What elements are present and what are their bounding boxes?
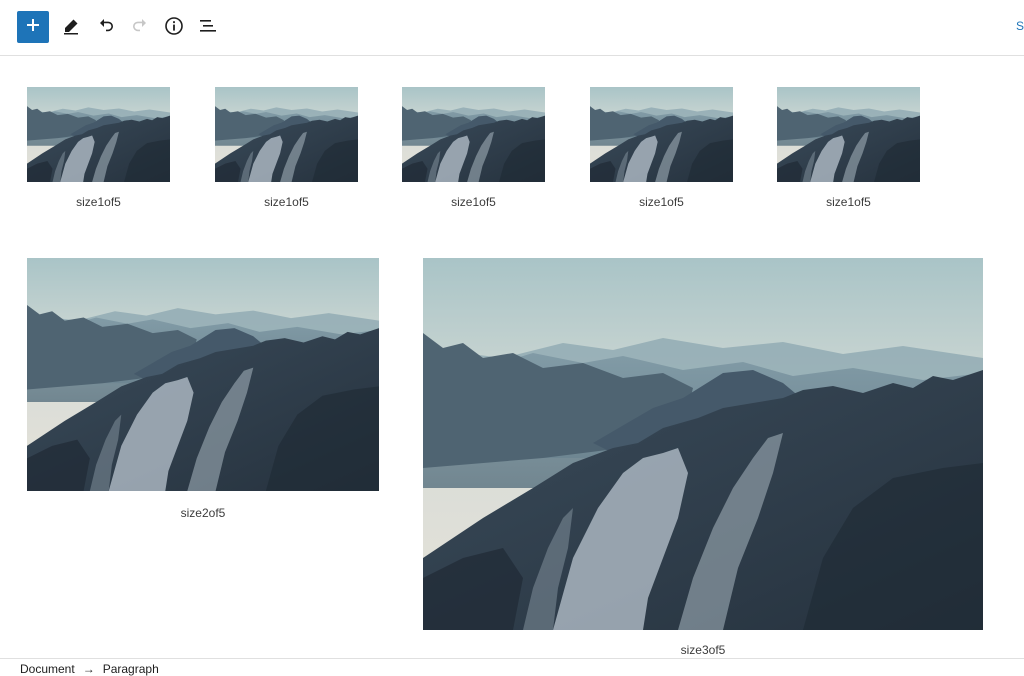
block-breadcrumb-bar: Document → Paragraph [0,658,1024,676]
image-block[interactable]: size1of5 [590,87,733,209]
mountain-image[interactable] [27,87,170,182]
breadcrumb-document[interactable]: Document [20,662,75,676]
mountain-image[interactable] [777,87,920,182]
mountain-image[interactable] [423,258,983,630]
image-block[interactable]: size1of5 [27,87,170,209]
image-caption[interactable]: size1of5 [402,195,545,209]
mountain-image[interactable] [27,258,379,491]
add-block-button[interactable] [17,11,49,43]
image-caption[interactable]: size1of5 [27,195,170,209]
mountain-image[interactable] [402,87,545,182]
mountain-image[interactable] [215,87,358,182]
image-block-large[interactable]: size3of5 [423,258,983,657]
image-caption[interactable]: size3of5 [423,643,983,657]
image-caption[interactable]: size2of5 [27,506,379,520]
image-block[interactable]: size1of5 [777,87,920,209]
image-caption[interactable]: size1of5 [215,195,358,209]
redo-button[interactable] [124,12,156,44]
breadcrumb-separator: → [82,662,95,676]
image-block[interactable]: size1of5 [402,87,545,209]
undo-button[interactable] [90,12,122,44]
info-icon [164,16,184,41]
image-caption[interactable]: size1of5 [777,195,920,209]
list-view-button[interactable] [192,12,224,44]
editor-canvas: size1of5 size1of5 size1of5 size1of5 size… [0,57,1024,657]
undo-icon [97,17,115,40]
details-button[interactable] [158,12,190,44]
mountain-image[interactable] [590,87,733,182]
image-block-medium[interactable]: size2of5 [27,258,379,520]
image-block[interactable]: size1of5 [215,87,358,209]
breadcrumb: Document → Paragraph [20,662,159,676]
toolbar-right-link[interactable]: S [1016,19,1024,33]
list-view-icon [198,17,218,40]
edit-mode-button[interactable] [55,12,87,44]
editor-toolbar: S [0,0,1024,56]
plus-icon [25,17,41,38]
image-caption[interactable]: size1of5 [590,195,733,209]
breadcrumb-paragraph[interactable]: Paragraph [103,662,159,676]
redo-icon [131,17,149,40]
pencil-icon [62,17,80,40]
